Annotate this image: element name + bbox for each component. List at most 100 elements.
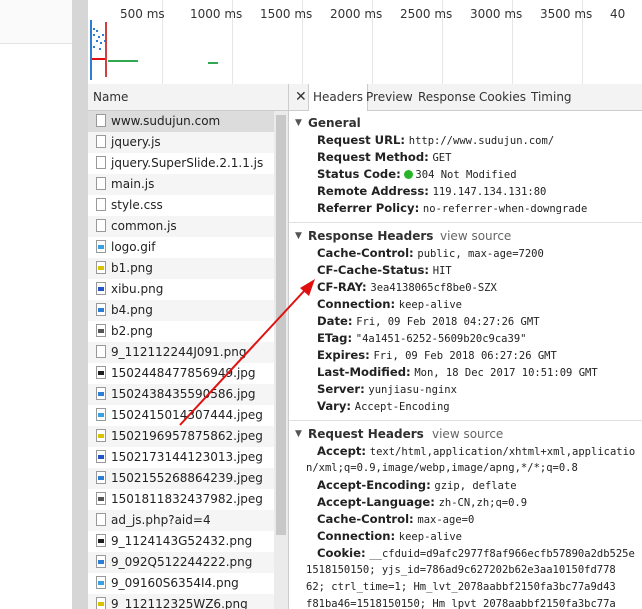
list-item[interactable]: 9_09160S6354I4.png [88,573,288,594]
image-icon [96,282,106,295]
image-icon [96,534,106,547]
list-item[interactable]: b1.png [88,258,288,279]
image-thumb-mark [98,560,104,564]
view-source-link[interactable]: view source [440,227,511,245]
list-item[interactable]: jquery.js [88,132,288,153]
list-item[interactable]: main.js [88,174,288,195]
tab-timing[interactable]: Timing [531,84,572,110]
list-item[interactable]: 1502173144123013.jpeg [88,447,288,468]
expand-triangle-icon[interactable]: ▼ [295,227,302,245]
list-item[interactable]: 9_1124143G52432.png [88,531,288,552]
header-value: 119.147.134.131:80 [432,186,547,198]
general-section-title[interactable]: ▼ General [289,114,642,132]
file-name: 9_112112244J091.png [111,345,247,359]
waterfall-bar [96,30,98,32]
list-item[interactable]: b2.png [88,321,288,342]
page-blank-area [0,0,72,609]
list-item[interactable]: 1502448477856949.jpg [88,363,288,384]
file-name: 9_09160S6354I4.png [111,576,239,590]
header-row: Cache-Control: max-age=0 [289,511,642,528]
header-value: Mon, 18 Dec 2017 10:51:09 GMT [414,367,598,379]
response-headers-title[interactable]: ▼ Response Headers view source [289,227,642,245]
header-value: 304 Not Modified [415,169,517,181]
timeline-overview[interactable]: 500 ms 1000 ms 1500 ms 2000 ms 2500 ms 3000 m… [88,0,642,85]
list-item[interactable]: jquery.SuperSlide.2.1.1.js [88,153,288,174]
waterfall-bar [98,36,100,38]
document-icon [96,156,106,169]
header-row: Referrer Policy: no-referrer-when-downgr… [289,200,642,217]
header-row: Cache-Control: public, max-age=7200 [289,245,642,262]
list-item[interactable]: 1502415014307444.jpeg [88,405,288,426]
header-value: no-referrer-when-downgrade [422,203,588,215]
image-thumb-mark [98,581,104,585]
divider [289,222,642,223]
close-icon[interactable]: ✕ [295,84,307,110]
image-thumb-mark [98,329,104,333]
list-item[interactable]: style.css [88,195,288,216]
expand-triangle-icon[interactable]: ▼ [295,114,302,132]
waterfall-bar [208,62,218,64]
header-key: Expires: [317,348,370,362]
list-item[interactable]: common.js [88,216,288,237]
expand-triangle-icon[interactable]: ▼ [295,425,302,443]
image-icon [96,261,106,274]
list-item[interactable]: 9_112112244J091.png [88,342,288,363]
file-name: 1502155268864239.jpeg [111,471,263,485]
header-row: Status Code: 304 Not Modified [289,166,642,183]
requests-scrollbar[interactable] [274,111,288,609]
request-headers-title[interactable]: ▼ Request Headers view source [289,425,642,443]
list-item[interactable]: 1502196957875862.jpeg [88,426,288,447]
image-thumb-mark [98,371,104,375]
name-column-header[interactable]: Name [88,84,288,111]
list-item[interactable]: 1501811832437982.jpeg [88,489,288,510]
file-name: 1502173144123013.jpeg [111,450,263,464]
list-item[interactable]: ad_js.php?aid=4 [88,510,288,531]
list-item[interactable]: 1502155268864239.jpeg [88,468,288,489]
timeline-tick-label: 1000 ms [190,7,243,21]
document-icon [96,198,106,211]
header-row-accept: Accept: text/html,application/xhtml+xml,… [289,443,642,460]
list-item[interactable]: 1502438435590586.jpg [88,384,288,405]
list-item[interactable]: b4.png [88,300,288,321]
tab-response[interactable]: Response [418,84,476,110]
header-value: __cfduid=d9afc2977f8af966ecfb57890a2db52… [369,548,635,560]
requests-list: Name www.sudujun.com jquery.js jquery.Supe… [88,84,289,609]
view-source-link[interactable]: view source [432,425,503,443]
header-value: 3ea4138065cf8be0-SZX [370,282,497,294]
file-name: 1502438435590586.jpg [111,387,256,401]
header-value: Fri, 09 Feb 2018 06:27:26 GMT [373,350,557,362]
header-value-continuation: f81ba46=1518150150; Hm_lpvt_2078aabbf215… [306,598,616,609]
header-value: GET [432,152,452,164]
tab-headers[interactable]: Headers [308,84,368,111]
waterfall-bar [108,60,138,62]
header-key: Server: [317,382,365,396]
list-item[interactable]: 9_092Q512244222.png [88,552,288,573]
tab-preview[interactable]: Preview [366,84,413,110]
tab-cookies[interactable]: Cookies [479,84,526,110]
image-thumb-mark [98,434,104,438]
list-item[interactable]: www.sudujun.com [88,111,288,132]
image-icon [96,387,106,400]
header-row: Request URL: http://www.sudujun.com/ [289,132,642,149]
document-icon [96,219,106,232]
header-row: CF-Cache-Status: HIT [289,262,642,279]
list-item[interactable]: xibu.png [88,279,288,300]
list-item[interactable]: 9_112112325WZ6.png [88,594,288,609]
header-row: Accept-Language: zh-CN,zh;q=0.9 [289,494,642,511]
waterfall-bar [105,22,107,77]
header-key: Remote Address: [317,184,429,198]
requests-scrollbar-thumb[interactable] [276,115,286,535]
cookie-continuation: 1518150150; yjs_id=786ad9c627202b62e3aa1… [289,562,642,609]
file-name: www.sudujun.com [111,114,221,128]
header-row: CF-RAY: 3ea4138065cf8be0-SZX [289,279,642,296]
header-row: Expires: Fri, 09 Feb 2018 06:27:26 GMT [289,347,642,364]
header-value: gzip, deflate [434,480,517,492]
image-thumb-mark [98,413,104,417]
image-thumb-mark [98,455,104,459]
header-row: Last-Modified: Mon, 18 Dec 2017 10:51:09… [289,364,642,381]
details-tab-bar: ✕ Headers Preview Response Cookies Timin… [289,84,642,111]
list-item[interactable]: logo.gif [88,237,288,258]
header-key: ETag: [317,331,353,345]
waterfall-bar [96,40,98,42]
image-thumb-mark [98,308,104,312]
